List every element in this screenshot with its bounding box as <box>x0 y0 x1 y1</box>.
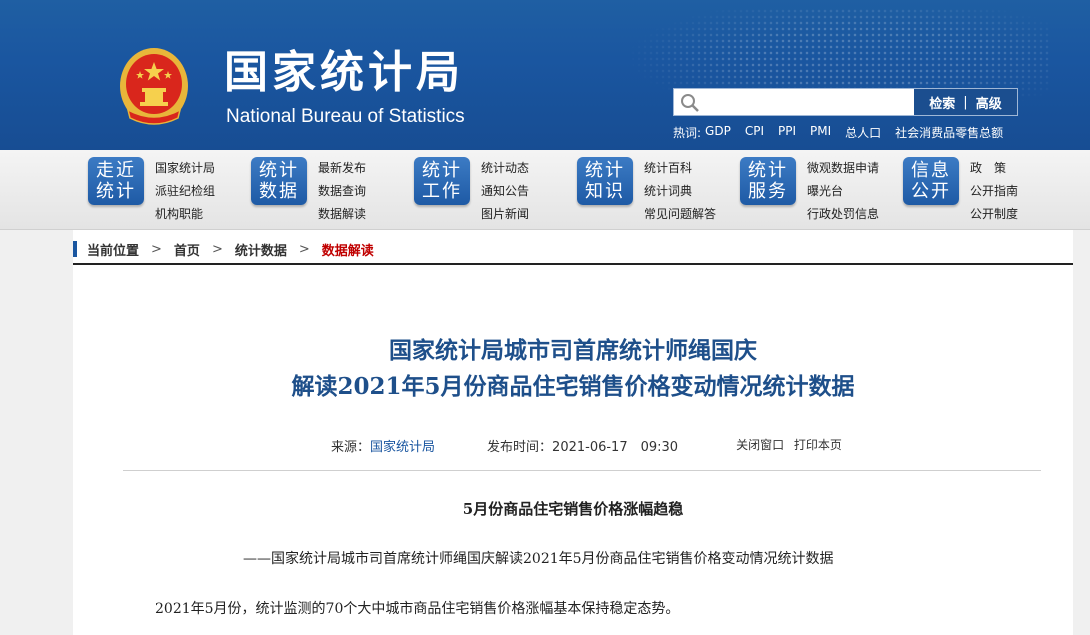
content-panel: 当前位置 > 首页 > 统计数据 > 数据解读 国家统计局城市司首席统计师绳国庆… <box>73 230 1073 635</box>
nav-badge[interactable]: 走近 统计 <box>88 157 144 205</box>
nav-links: 微观数据申请 曝光台 行政处罚信息 <box>807 157 879 226</box>
nav-links: 政 策 公开指南 公开制度 <box>970 157 1018 226</box>
hot-word-link[interactable]: CPI <box>745 124 764 141</box>
nav-link[interactable]: 公开指南 <box>970 180 1018 203</box>
nav-badge[interactable]: 统计 工作 <box>414 157 470 205</box>
nav-badge-line: 统计 <box>259 160 299 181</box>
divider <box>123 470 1041 471</box>
hot-word-link[interactable]: PPI <box>778 124 796 141</box>
nav-link[interactable]: 行政处罚信息 <box>807 203 879 226</box>
hot-word-link[interactable]: 总人口 <box>845 124 881 141</box>
article-actions: 关闭窗口 打印本页 <box>736 436 848 455</box>
nav-badge-line: 数据 <box>259 181 299 202</box>
hot-words: 热词: GDP CPI PPI PMI 总人口 社会消费品零售总额 <box>673 124 1003 141</box>
nav-badge-line: 统计 <box>422 160 462 181</box>
nav-links: 统计动态 通知公告 图片新闻 <box>481 157 529 226</box>
article-title-line: 国家统计局城市司首席统计师绳国庆 <box>389 337 757 364</box>
nav-link[interactable]: 公开制度 <box>970 203 1018 226</box>
article-subheading: 5月份商品住宅销售价格涨幅趋稳 <box>462 500 684 518</box>
hot-words-label: 热词: <box>673 126 702 140</box>
hot-word-link[interactable]: 社会消费品零售总额 <box>895 124 1003 141</box>
publish-label: 发布时间： <box>487 440 553 455</box>
nav-badge-line: 工作 <box>422 181 462 202</box>
advanced-search-button[interactable]: 高级 <box>976 93 1002 112</box>
nav-badge-line: 信息 <box>911 160 951 181</box>
search-button[interactable]: 检索 <box>929 93 955 112</box>
nav-link[interactable]: 图片新闻 <box>481 203 529 226</box>
nav-link[interactable]: 最新发布 <box>318 157 366 180</box>
article-paragraph: ——国家统计局城市司首席统计师绳国庆解读2021年5月份商品住宅销售价格变动情况… <box>243 551 834 567</box>
nav-badge[interactable]: 统计 知识 <box>577 157 633 205</box>
article-title-line: 解读2021年5月份商品住宅销售价格变动情况统计数据 <box>291 373 855 400</box>
nav-badge[interactable]: 统计 服务 <box>740 157 796 205</box>
nav-badge[interactable]: 统计 数据 <box>251 157 307 205</box>
nav-link[interactable]: 数据查询 <box>318 180 366 203</box>
nav-link[interactable]: 统计动态 <box>481 157 529 180</box>
breadcrumb-marker <box>73 241 77 257</box>
nav-link[interactable]: 统计词典 <box>644 180 716 203</box>
site-logo-cn[interactable]: 国家统计局 <box>224 47 464 99</box>
nav-badge-line: 公开 <box>911 181 951 202</box>
breadcrumb-home[interactable]: 首页 <box>174 240 200 259</box>
national-emblem-icon <box>120 48 188 125</box>
nav-links: 统计百科 统计词典 常见问题解答 <box>644 157 716 226</box>
nav-links: 国家统计局 派驻纪检组 机构职能 <box>155 157 215 226</box>
site-header: 国家统计局 National Bureau of Statistics 检索 |… <box>0 0 1090 150</box>
nav-link[interactable]: 数据解读 <box>318 203 366 226</box>
nav-link[interactable]: 微观数据申请 <box>807 157 879 180</box>
nav-link[interactable]: 国家统计局 <box>155 157 215 180</box>
breadcrumb-current[interactable]: 数据解读 <box>322 240 374 259</box>
breadcrumb: 当前位置 > 首页 > 统计数据 > 数据解读 <box>73 239 1073 265</box>
chevron-right-icon: > <box>298 241 310 257</box>
chevron-right-icon: > <box>211 241 223 257</box>
search-buttons: 检索 | 高级 <box>914 89 1017 115</box>
nav-badge[interactable]: 信息 公开 <box>903 157 959 205</box>
source-link[interactable]: 国家统计局 <box>370 436 435 455</box>
close-window-button[interactable]: 关闭窗口 <box>736 438 784 452</box>
nav-badge-line: 统计 <box>748 160 788 181</box>
nav-badge-line: 服务 <box>748 181 788 202</box>
chevron-right-icon: > <box>151 241 162 257</box>
print-page-button[interactable]: 打印本页 <box>794 438 842 452</box>
nav-link[interactable]: 机构职能 <box>155 203 215 226</box>
hot-word-link[interactable]: GDP <box>705 124 731 141</box>
article-paragraph: 2021年5月份，统计监测的70个大中城市商品住宅销售价格涨幅基本保持稳定态势。 <box>155 601 680 617</box>
hot-word-link[interactable]: PMI <box>810 124 831 141</box>
nav-link[interactable]: 派驻纪检组 <box>155 180 215 203</box>
search-icon <box>681 94 699 112</box>
nav-badge-line: 统计 <box>585 160 625 181</box>
nav-link[interactable]: 统计百科 <box>644 157 716 180</box>
publish-time: 2021-06-17 09:30 <box>552 440 679 455</box>
nav-badge-line: 统计 <box>96 181 136 202</box>
nav-link[interactable]: 曝光台 <box>807 180 879 203</box>
article-title: 国家统计局城市司首席统计师绳国庆 解读2021年5月份商品住宅销售价格变动情况统… <box>73 333 1073 405</box>
breadcrumb-stats-data[interactable]: 统计数据 <box>235 240 287 259</box>
search-box: 检索 | 高级 <box>673 88 1018 116</box>
article-meta: 来源： 国家统计局 发布时间： 2021-06-17 09:30 关闭窗口 打印… <box>331 436 848 455</box>
nav-badge-line: 知识 <box>585 181 625 202</box>
search-separator: | <box>963 94 968 110</box>
nav-badge-line: 走近 <box>96 160 136 181</box>
nav-link[interactable]: 通知公告 <box>481 180 529 203</box>
source-label: 来源： <box>331 440 371 455</box>
nav-link[interactable]: 政 策 <box>970 157 1018 180</box>
site-logo-en[interactable]: National Bureau of Statistics <box>226 106 465 128</box>
nav-link[interactable]: 常见问题解答 <box>644 203 716 226</box>
nav-links: 最新发布 数据查询 数据解读 <box>318 157 366 226</box>
search-input[interactable] <box>704 91 909 113</box>
breadcrumb-label: 当前位置 <box>87 243 140 259</box>
main-nav: 走近 统计 国家统计局 派驻纪检组 机构职能 统计 数据 最新发布 数据查询 数… <box>0 150 1090 230</box>
